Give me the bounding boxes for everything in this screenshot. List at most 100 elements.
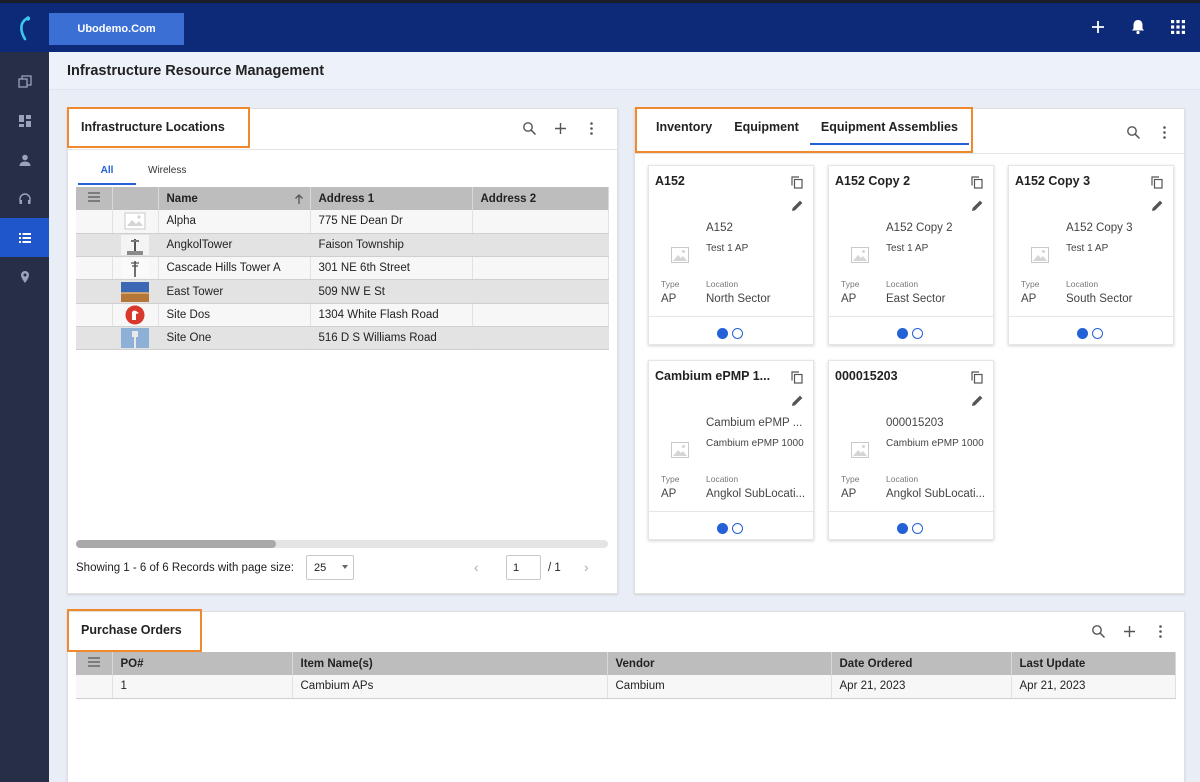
horizontal-scrollbar[interactable]	[76, 540, 608, 548]
edit-pencil-icon[interactable]	[1151, 199, 1164, 212]
search-icon[interactable]	[522, 121, 537, 136]
dot-active[interactable]	[897, 523, 908, 534]
column-header-name-label: Name	[166, 192, 198, 205]
menu-icon[interactable]	[87, 657, 101, 667]
search-icon[interactable]	[1126, 125, 1141, 140]
edit-pencil-icon[interactable]	[791, 394, 804, 407]
table-row[interactable]: East Tower 509 NW E St	[76, 279, 609, 304]
dot-active[interactable]	[717, 328, 728, 339]
copy-icon[interactable]	[971, 176, 983, 189]
card-location-value: Angkol SubLocati...	[886, 488, 986, 500]
column-header-address1[interactable]: Address 1	[310, 187, 473, 210]
card-description: Test 1 AP	[706, 243, 749, 254]
table-row[interactable]: Site Dos 1304 White Flash Road	[76, 303, 609, 327]
purchase-orders-table: PO# Item Name(s) Vendor Date Ordered Las…	[76, 652, 1176, 699]
image-placeholder-icon	[851, 247, 869, 263]
sidebar-item-support[interactable]	[0, 179, 49, 218]
carousel-dots[interactable]	[897, 328, 923, 339]
plus-icon[interactable]	[1088, 17, 1108, 37]
column-header-vendor[interactable]: Vendor	[607, 652, 832, 675]
table-row[interactable]: Cascade Hills Tower A 301 NE 6th Street	[76, 256, 609, 281]
column-header-name[interactable]: Name	[158, 187, 311, 210]
card-name: A152 Copy 3	[1066, 222, 1133, 234]
table-row[interactable]: 1 Cambium APs Cambium Apr 21, 2023 Apr 2…	[76, 675, 1176, 699]
column-header-po[interactable]: PO#	[112, 652, 293, 675]
edit-pencil-icon[interactable]	[791, 199, 804, 212]
more-vert-icon[interactable]	[584, 121, 599, 136]
sidebar-item-dashboard[interactable]	[0, 101, 49, 140]
bell-icon[interactable]	[1128, 17, 1148, 37]
equipment-assembly-card[interactable]: A152 A152 Test 1 AP Type Location AP North Sec…	[648, 165, 814, 345]
column-header-date-ordered[interactable]: Date Ordered	[831, 652, 1012, 675]
prev-page-icon[interactable]: ‹	[474, 559, 479, 575]
column-menu[interactable]	[76, 187, 113, 210]
card-location-value: North Sector	[706, 293, 771, 305]
cell-address1: 509 NW E St	[310, 279, 473, 304]
dot-active[interactable]	[897, 328, 908, 339]
cell-name: Alpha	[158, 210, 311, 234]
dot-inactive[interactable]	[732, 523, 743, 534]
add-icon[interactable]	[1122, 624, 1137, 639]
sidebar-item-users[interactable]	[0, 140, 49, 179]
carousel-dots[interactable]	[717, 523, 743, 534]
tab-wireless[interactable]: Wireless	[136, 155, 198, 185]
column-menu[interactable]	[76, 652, 113, 675]
more-vert-icon[interactable]	[1157, 125, 1172, 140]
card-description: Test 1 AP	[1066, 243, 1109, 254]
cell-address1: 775 NE Dean Dr	[310, 210, 473, 234]
pagination: Showing 1 - 6 of 6 Records with page siz…	[76, 553, 608, 583]
table-row[interactable]: Site One 516 D S Williams Road	[76, 326, 609, 351]
page-header: Infrastructure Resource Management	[49, 52, 1200, 90]
equipment-assembly-card[interactable]: 000015203 000015203 Cambium ePMP 1000 Type L…	[828, 360, 994, 540]
sidebar-item-resources[interactable]	[0, 218, 49, 257]
sort-ascending-icon[interactable]	[294, 193, 304, 205]
column-header-items[interactable]: Item Name(s)	[292, 652, 608, 675]
dot-inactive[interactable]	[912, 328, 923, 339]
card-location-label: Location	[886, 279, 919, 289]
copy-icon[interactable]	[791, 371, 803, 384]
carousel-dots[interactable]	[897, 523, 923, 534]
sidebar-item-locations[interactable]	[0, 257, 49, 296]
dot-active[interactable]	[1077, 328, 1088, 339]
edit-pencil-icon[interactable]	[971, 199, 984, 212]
copy-icon[interactable]	[791, 176, 803, 189]
dot-active[interactable]	[717, 523, 728, 534]
menu-icon[interactable]	[87, 192, 101, 202]
page-size-select[interactable]: 25	[306, 555, 354, 580]
app-logo-icon[interactable]	[14, 15, 36, 41]
headset-icon	[18, 192, 31, 204]
card-title: A152	[655, 174, 685, 188]
edit-pencil-icon[interactable]	[971, 394, 984, 407]
carousel-dots[interactable]	[1077, 328, 1103, 339]
page-number-input[interactable]: 1	[506, 555, 541, 580]
antenna-thumbnail	[121, 258, 149, 279]
dot-inactive[interactable]	[1092, 328, 1103, 339]
add-icon[interactable]	[553, 121, 568, 136]
next-page-icon[interactable]: ›	[584, 559, 589, 575]
scrollbar-thumb[interactable]	[76, 540, 276, 548]
sidebar-item-layers[interactable]	[0, 62, 49, 101]
cell-name: East Tower	[158, 279, 311, 304]
cell-items: Cambium APs	[292, 675, 608, 699]
cell-name: Site One	[158, 326, 311, 351]
dot-inactive[interactable]	[912, 523, 923, 534]
tab-all[interactable]: All	[78, 155, 136, 185]
column-header-address2[interactable]: Address 2	[472, 187, 609, 210]
column-header-last-update[interactable]: Last Update	[1011, 652, 1176, 675]
apps-grid-icon[interactable]	[1168, 17, 1188, 37]
more-vert-icon[interactable]	[1153, 624, 1168, 639]
table-row[interactable]: AngkolTower Faison Township	[76, 233, 609, 258]
list-icon	[18, 232, 31, 243]
card-location-label: Location	[706, 474, 739, 484]
org-switcher-button[interactable]: Ubodemo.Com	[49, 13, 184, 45]
carousel-dots[interactable]	[717, 328, 743, 339]
copy-icon[interactable]	[1151, 176, 1163, 189]
equipment-assembly-card[interactable]: A152 Copy 2 A152 Copy 2 Test 1 AP Type Locat…	[828, 165, 994, 345]
dot-inactive[interactable]	[732, 328, 743, 339]
equipment-assembly-card[interactable]: A152 Copy 3 A152 Copy 3 Test 1 AP Type Locat…	[1008, 165, 1174, 345]
copy-icon[interactable]	[971, 371, 983, 384]
card-description: Cambium ePMP 1000	[886, 438, 984, 449]
table-row[interactable]: Alpha 775 NE Dean Dr	[76, 210, 609, 234]
search-icon[interactable]	[1091, 624, 1106, 639]
equipment-assembly-card[interactable]: Cambium ePMP 1... Cambium ePMP ... Cambium…	[648, 360, 814, 540]
